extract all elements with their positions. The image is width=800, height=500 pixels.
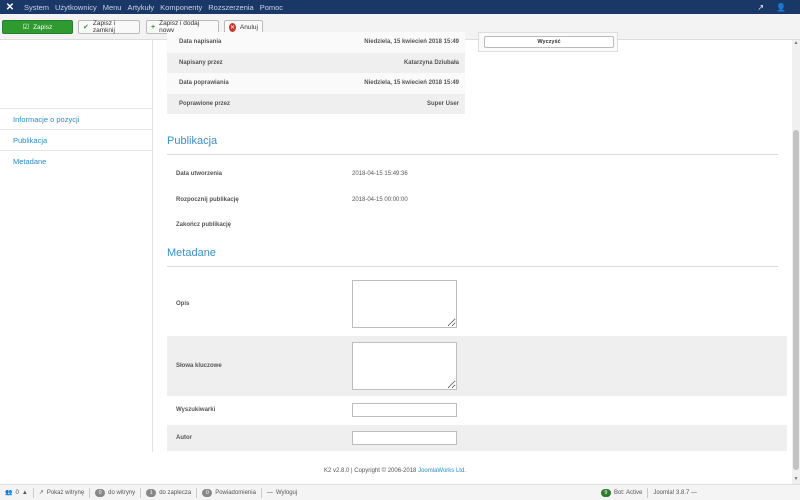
metadata-heading: Metadane: [167, 247, 216, 259]
created-label: Data utworzenia: [176, 171, 223, 177]
scrollbar-thumb[interactable]: [793, 130, 799, 470]
logout-label: Wyloguj: [275, 489, 298, 496]
sidebar-item-publishing[interactable]: Publikacja: [0, 129, 152, 150]
publishing-heading: Publikacja: [167, 135, 218, 147]
visitors-status: 0 do witryny: [90, 487, 142, 498]
form-row: Słowa kluczowe: [167, 336, 787, 396]
admins-badge: 1: [146, 488, 157, 497]
sidebar-item-item-info[interactable]: Informacje o pozycji: [0, 108, 152, 129]
visitors-label: do witryny: [108, 489, 136, 496]
messages-label: Powiadomienia: [215, 489, 256, 496]
cancel-icon: ✕: [229, 22, 236, 32]
admins-label: do zaplecza: [159, 489, 192, 496]
table-row: Napisany przez Katarzyna Dziubała: [167, 52, 465, 73]
messages-badge: 0: [202, 488, 213, 497]
publish-up-label: Rozpocznij publikację: [176, 197, 239, 203]
status-bar: 👥 0 ▲ ↗ Pokaż witrynę 0 do witryny 1 do …: [0, 484, 800, 500]
menu-help[interactable]: Pomoc: [260, 3, 283, 12]
form-row: Rozpocznij publikację 2018-04-15 00:00:0…: [167, 190, 787, 210]
modified-date-value: Niedziela, 15 kwiecień 2018 15:49: [364, 80, 459, 87]
check-icon: ✔: [83, 24, 89, 31]
users-icon: 👥: [5, 490, 13, 496]
table-row: Data poprawiania Niedziela, 15 kwiecień …: [167, 73, 465, 94]
form-row: Zakończ publikację: [167, 215, 787, 235]
users-count: 0: [15, 489, 19, 496]
save-close-button[interactable]: ✔ Zapisz i zamknij: [78, 20, 140, 34]
check-icon: ☑: [22, 24, 30, 31]
save-button[interactable]: ☑ Zapisz: [2, 20, 73, 34]
save-close-button-label: Zapisz i zamknij: [92, 20, 116, 34]
chevron-up-icon: ▲: [21, 489, 28, 496]
description-textarea[interactable]: [352, 280, 457, 328]
table-row: Data napisania Niedziela, 15 kwiecień 20…: [167, 32, 465, 53]
sidebar-divider: [152, 40, 153, 452]
scroll-down-icon[interactable]: ▼: [792, 476, 800, 484]
menu-menus[interactable]: Menu: [103, 3, 122, 12]
version-label: Joomla! 3.8.7 —: [653, 489, 697, 496]
author-meta-label: Autor: [176, 435, 192, 441]
minus-icon: —: [266, 489, 273, 496]
modified-by-value: Super User: [426, 100, 459, 107]
users-status[interactable]: 👥 0 ▲: [0, 487, 34, 498]
robots-input[interactable]: [352, 403, 457, 417]
copyright-text: K2 v2.8.0 | Copyright © 2006-2018: [324, 468, 419, 474]
form-row: Wyszukiwarki: [167, 399, 787, 421]
messages-status[interactable]: 0 Powiadomienia: [197, 487, 262, 498]
table-row: Poprawione przez Super User: [167, 93, 465, 114]
external-link-icon: ↗: [38, 490, 44, 496]
publishing-divider: [167, 154, 778, 155]
keywords-textarea[interactable]: [352, 342, 457, 390]
form-row: Data utworzenia 2018-04-15 15:49:36: [167, 164, 787, 184]
created-date-label: Data napisania: [179, 39, 222, 46]
sidebar-item-metadata[interactable]: Metadane: [0, 150, 152, 171]
menu-components[interactable]: Komponenty: [160, 3, 202, 12]
publish-down-label: Zakończ publikację: [176, 222, 232, 228]
admins-status: 1 do zaplecza: [141, 487, 198, 498]
joomla-logo-icon[interactable]: ✕: [0, 0, 20, 14]
item-info-table: Data napisania Niedziela, 15 kwiecień 20…: [167, 32, 465, 114]
menu-users[interactable]: Użytkownicy: [55, 3, 97, 12]
version-info: Joomla! 3.8.7 —: [648, 488, 702, 498]
metadata-divider: [167, 266, 778, 267]
bot-label: Bot: Active: [613, 489, 643, 496]
copyright-footer: K2 v2.8.0 | Copyright © 2006-2018 Joomla…: [0, 468, 790, 474]
menu-system[interactable]: System: [24, 3, 49, 12]
keywords-label: Słowa kluczowe: [176, 363, 222, 369]
admin-menubar: ✕ System Użytkownicy Menu Artykuły Kompo…: [0, 0, 800, 14]
publish-up-value[interactable]: 2018-04-15 00:00:00: [352, 197, 408, 203]
menu-articles[interactable]: Artykuły: [127, 3, 154, 12]
author-value: Katarzyna Dziubała: [403, 59, 459, 66]
joomlaworks-link[interactable]: JoomlaWorks Ltd.: [418, 468, 466, 474]
view-site-label: Pokaż witrynę: [46, 489, 85, 496]
form-row: Opis: [167, 275, 787, 333]
save-button-label: Zapisz: [33, 23, 53, 31]
logout-link[interactable]: — Wyloguj: [262, 488, 302, 498]
robots-label: Wyszukiwarki: [176, 407, 216, 413]
modified-by-label: Poprawione przez: [179, 100, 231, 107]
visitors-badge: 0: [95, 488, 106, 497]
menu-extensions[interactable]: Rozszerzenia: [208, 3, 253, 12]
created-date-value: Niedziela, 15 kwiecień 2018 15:49: [364, 39, 459, 46]
vertical-scrollbar[interactable]: ▲ ▼: [792, 40, 800, 484]
main-menu: System Użytkownicy Menu Artykuły Kompone…: [24, 3, 283, 12]
user-icon[interactable]: 👤: [776, 3, 786, 12]
clear-button[interactable]: Wyczyść: [484, 36, 614, 48]
sidebar-nav: Informacje o pozycji Publikacja Metadane: [0, 108, 152, 171]
view-site-link[interactable]: ↗ Pokaż witrynę: [34, 487, 91, 498]
created-value[interactable]: 2018-04-15 15:49:36: [352, 171, 408, 177]
cancel-button-label: Anuluj: [239, 23, 258, 31]
form-row: Autor: [167, 425, 787, 451]
scroll-up-icon[interactable]: ▲: [792, 40, 800, 48]
author-input[interactable]: [352, 431, 457, 445]
modified-date-label: Data poprawiania: [179, 80, 229, 87]
bot-badge: 9: [600, 488, 611, 497]
bot-status[interactable]: 9 Bot: Active: [596, 487, 649, 498]
description-label: Opis: [176, 301, 190, 307]
external-link-icon[interactable]: ↗: [757, 3, 764, 12]
author-label: Napisany przez: [179, 59, 223, 66]
plus-icon: +: [151, 23, 156, 31]
